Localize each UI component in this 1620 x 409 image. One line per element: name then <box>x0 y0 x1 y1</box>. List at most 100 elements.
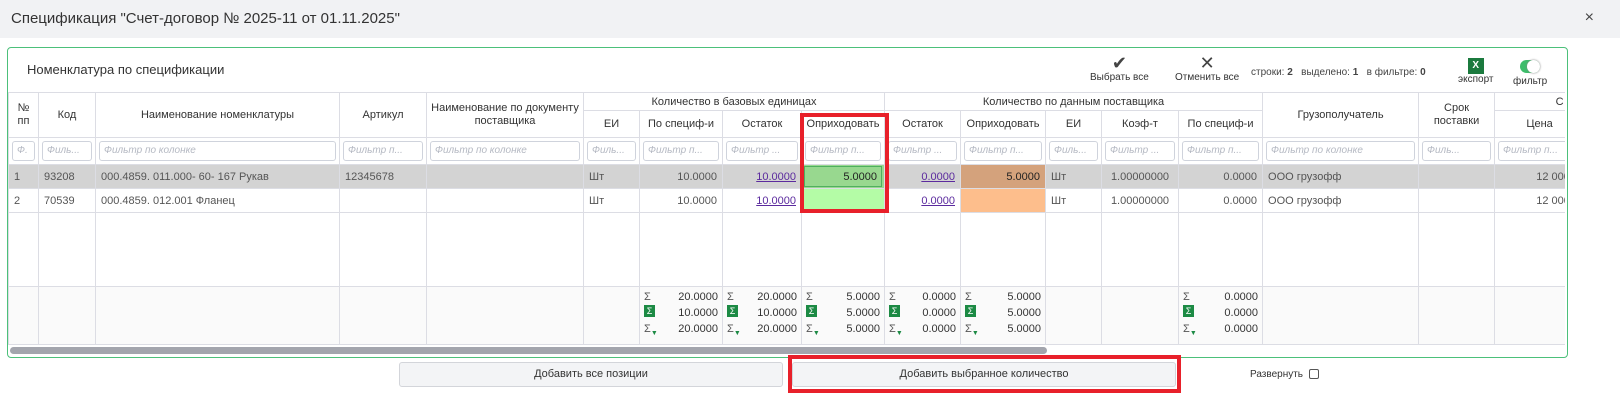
header-col-11[interactable]: ЕИ <box>1045 110 1102 138</box>
header-col-3[interactable]: Артикул <box>339 92 427 138</box>
remaining-link[interactable]: 10.0000 <box>756 195 796 207</box>
cancel-all-button[interactable]: ✕ Отменить все <box>1175 54 1239 83</box>
filter-toggle[interactable]: фильтр <box>1513 60 1547 87</box>
total-s_rest: 0.0000 <box>922 290 956 303</box>
header-col-13[interactable]: По специф-и <box>1177 110 1264 138</box>
cell-code: 70539 <box>38 188 96 213</box>
header-col-5[interactable]: ЕИ <box>583 110 640 138</box>
column-filter-input[interactable]: Ф. <box>12 141 35 161</box>
column-filter-input[interactable]: Фильтр п... <box>643 141 719 161</box>
total-s_spec: 0.0000 <box>1224 306 1259 319</box>
header-col-7[interactable]: Остаток <box>722 110 802 138</box>
empty-cell <box>8 212 39 287</box>
cell-n: 1 <box>8 164 39 189</box>
toggle-switch-icon[interactable] <box>1520 60 1541 73</box>
panel-title: Номенклатура по спецификации <box>27 62 225 77</box>
group-header-supplier: Количество по данным поставщика <box>883 92 1264 111</box>
header-col-10[interactable]: Оприходовать <box>960 110 1046 138</box>
group-header-vat: С НД <box>1494 92 1565 111</box>
remaining-link[interactable]: 10.0000 <box>756 171 796 183</box>
dialog-titlebar: Спецификация "Счет-договор № 2025-11 от … <box>0 0 1620 38</box>
filter-count: 0 <box>1420 67 1426 78</box>
column-filter-input[interactable]: Фильтр ... <box>888 141 957 161</box>
total-s_receive: 5.0000 <box>1007 306 1041 319</box>
receive-supplier-input[interactable]: 5.0000 <box>960 164 1046 189</box>
header-col-1[interactable]: Код <box>38 92 96 138</box>
column-filter-input[interactable]: Фильтр ... <box>726 141 798 161</box>
totals-empty-cell <box>1262 286 1420 345</box>
column-filter-input[interactable]: Фильтр п... <box>1498 141 1565 161</box>
highlight-receive-column <box>800 113 889 213</box>
column-filter-input[interactable]: Фильтр по колонке <box>99 141 336 161</box>
sum-filtered-icon: Σ▼ <box>1183 322 1197 338</box>
cell-coef: 1.00000000 <box>1101 188 1179 213</box>
horizontal-scrollbar[interactable] <box>10 347 1047 354</box>
sum-selected-icon: Σ <box>644 304 655 317</box>
dialog-title: Спецификация "Счет-договор № 2025-11 от … <box>11 10 400 27</box>
select-all-label: Выбрать все <box>1090 72 1149 83</box>
cell-supplier_name <box>426 164 584 189</box>
empty-cell <box>583 212 640 287</box>
header-col-0[interactable]: № пп <box>8 92 39 138</box>
sum-selected-icon: Σ <box>1183 304 1194 317</box>
empty-cell <box>639 212 723 287</box>
column-filter-input[interactable]: Филь... <box>42 141 92 161</box>
column-filter-input[interactable]: Филь... <box>1422 141 1492 161</box>
specification-panel: Номенклатура по спецификации ✔ Выбрать в… <box>7 47 1568 358</box>
expand-checkbox[interactable] <box>1309 369 1320 380</box>
column-filter-input[interactable]: Фильтр п... <box>343 141 423 161</box>
empty-cell <box>1494 212 1565 287</box>
total-s_spec: 0.0000 <box>1224 290 1259 303</box>
column-filter-input[interactable]: Филь... <box>587 141 636 161</box>
totals-empty-cell <box>583 286 640 345</box>
spec-table: № пп Код Наименование номенклатуры Артикул Н… <box>8 92 1565 345</box>
header-col-4[interactable]: Наименование по документу поставщика <box>426 92 584 138</box>
selected-label: выделено: <box>1301 67 1350 78</box>
select-all-button[interactable]: ✔ Выбрать все <box>1090 54 1149 83</box>
sum-icon: Σ <box>889 290 896 303</box>
receive-supplier-input[interactable] <box>960 188 1046 213</box>
add-all-positions-button[interactable]: Добавить все позиции <box>399 362 783 387</box>
column-filter-input[interactable]: Фильтр п... <box>1182 141 1260 161</box>
table-row[interactable]: 2 70539 000.4859. 012.001 Фланец Шт 10.0000 1… <box>8 188 1565 213</box>
header-col-2[interactable]: Наименование номенклатуры <box>95 92 340 138</box>
cell-term <box>1418 188 1496 213</box>
empty-cell <box>960 212 1046 287</box>
empty-cell <box>801 212 885 287</box>
header-col-9[interactable]: Остаток <box>884 110 961 138</box>
header-col-14[interactable]: Грузополучатель <box>1262 92 1420 138</box>
header-col-16[interactable]: Цена <box>1494 110 1565 138</box>
empty-cell <box>426 212 584 287</box>
column-filter-input[interactable]: Фильтр ... <box>1105 141 1175 161</box>
close-icon[interactable]: × <box>1585 9 1594 27</box>
table-row[interactable]: 1 93208 000.4859. 011.000- 60- 167 Рукав 12… <box>8 164 1565 189</box>
totals-empty-cell <box>1101 286 1179 345</box>
totals-empty-cell <box>426 286 584 345</box>
total-spec: 20.0000 <box>678 322 718 335</box>
header-col-15[interactable]: Срок поставки <box>1418 92 1496 138</box>
cell-s_spec: 0.0000 <box>1177 188 1264 213</box>
sum-filtered-icon: Σ▼ <box>644 322 658 338</box>
cell-price: 12 000.0 <box>1494 164 1565 189</box>
header-col-6[interactable]: По специф-и <box>639 110 723 138</box>
filter-label: в фильтре: <box>1366 67 1418 78</box>
sum-selected-icon: Σ <box>965 304 976 317</box>
total-receive: 5.0000 <box>846 306 880 319</box>
column-filter-input[interactable]: Фильтр по колонке <box>430 141 580 161</box>
export-button[interactable]: X экспорт <box>1458 58 1494 85</box>
cell-n: 2 <box>8 188 39 213</box>
total-spec: 20.0000 <box>678 290 718 303</box>
expand-option[interactable]: Развернуть <box>1250 369 1320 380</box>
remaining-link[interactable]: 0.0000 <box>921 171 955 183</box>
cell-name: 000.4859. 011.000- 60- 167 Рукав <box>95 164 340 189</box>
column-filter-input[interactable]: Фильтр по колонке <box>1266 141 1416 161</box>
column-filter-input[interactable]: Филь... <box>1049 141 1098 161</box>
header-col-12[interactable]: Коэф-т <box>1101 110 1179 138</box>
sum-selected-icon: Σ <box>727 304 738 317</box>
remaining-link[interactable]: 0.0000 <box>921 195 955 207</box>
totals-empty-cell <box>38 286 96 345</box>
sum-icon: Σ <box>1183 290 1190 303</box>
column-filter-input[interactable]: Фильтр п... <box>964 141 1042 161</box>
cell-spec: 10.0000 <box>639 164 723 189</box>
cell-name: 000.4859. 012.001 Фланец <box>95 188 340 213</box>
